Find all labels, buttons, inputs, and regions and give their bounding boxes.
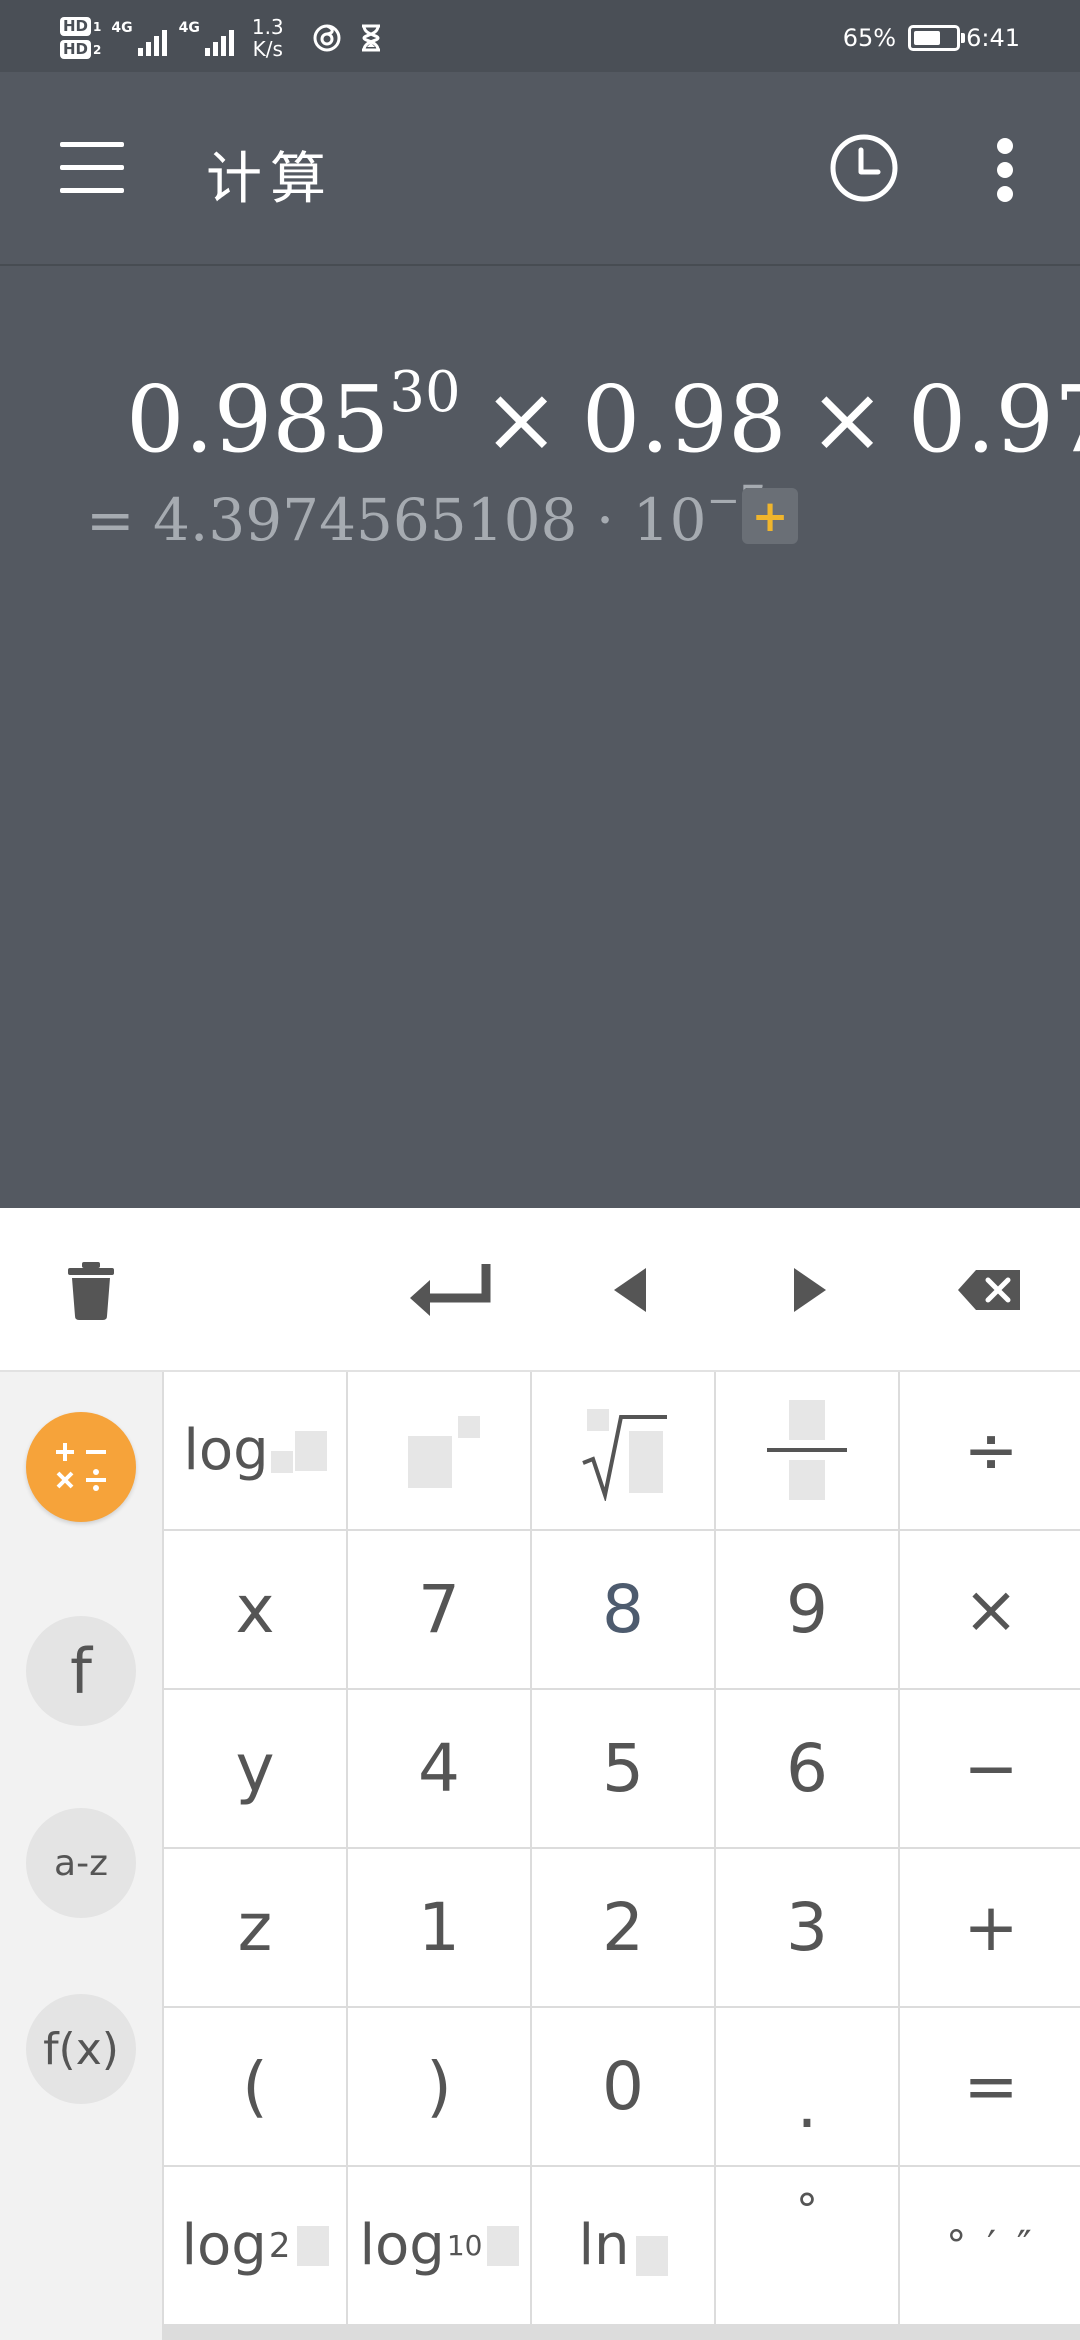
hd-1-index: 1: [93, 19, 102, 34]
function-mode-button[interactable]: f: [26, 1616, 136, 1726]
battery-icon: [908, 25, 966, 51]
signal-2-label: 4G: [178, 20, 200, 36]
log10-label: log: [359, 2213, 445, 2278]
expr-operator-1: ×: [482, 366, 560, 473]
expr-base-1: 0.985: [126, 366, 390, 473]
fx-mode-button[interactable]: f(x): [26, 1994, 136, 2104]
expression[interactable]: 0.98530×0.98×0.975: [126, 360, 1080, 473]
menu-button[interactable]: [60, 140, 128, 196]
key-equals[interactable]: =: [900, 2008, 1080, 2165]
key-power[interactable]: [348, 1372, 530, 1529]
keypad: log ÷ x 7 8 9 × y 4 5 6 − z 1 2 3 + () …: [162, 1372, 1080, 2340]
key-multiply[interactable]: ×: [900, 1531, 1080, 1688]
clock: 6:41: [966, 24, 1020, 52]
calculator-app: HD 1 HD 2 4G 4G 1.3 K/s 65% 6:41 计算 0.98…: [0, 0, 1080, 2340]
result: = 4.3974565108 · 10−7: [86, 478, 765, 554]
key-right-paren[interactable]: ): [348, 2008, 530, 2165]
key-decimal-point[interactable]: .: [716, 2008, 898, 2165]
hd-2-index: 2: [93, 42, 102, 57]
basic-ops-mode-button[interactable]: [26, 1412, 136, 1522]
key-9[interactable]: 9: [716, 1531, 898, 1688]
key-dms[interactable]: ° ′ ″: [900, 2167, 1080, 2324]
key-6[interactable]: 6: [716, 1690, 898, 1847]
signal-1-icon: 4G: [111, 20, 167, 56]
key-minus[interactable]: −: [900, 1690, 1080, 1847]
hd-1-indicator: HD 1: [60, 17, 101, 36]
nth-root-icon: [582, 1408, 667, 1501]
key-divide[interactable]: ÷: [900, 1372, 1080, 1529]
log2-label: log: [181, 2213, 267, 2278]
spiral-icon: [313, 24, 341, 52]
ln-label: ln: [578, 2213, 630, 2278]
key-degree[interactable]: °: [716, 2167, 898, 2324]
key-log10[interactable]: log 10: [348, 2167, 530, 2324]
expr-exponent-1: 30: [389, 360, 461, 425]
expr-operator-2: ×: [808, 366, 886, 473]
trash-icon[interactable]: [64, 1258, 118, 1322]
status-left: HD 1 HD 2 4G 4G 1.3 K/s: [60, 10, 386, 66]
key-z[interactable]: z: [164, 1849, 346, 2006]
key-fraction[interactable]: [716, 1372, 898, 1529]
log2-subscript: 2: [268, 2225, 291, 2266]
hd-1-label: HD: [60, 17, 92, 36]
hd-indicators: HD 1 HD 2: [60, 17, 101, 59]
toolbar: 计算: [0, 72, 1080, 266]
hourglass-icon: [361, 24, 380, 52]
key-1[interactable]: 1: [348, 1849, 530, 2006]
mode-column: f a-z f(x): [0, 1372, 162, 2340]
key-left-paren[interactable]: (: [164, 2008, 346, 2165]
key-3[interactable]: 3: [716, 1849, 898, 2006]
display-area: 0.98530×0.98×0.975 = 4.3974565108 · 10−7…: [0, 266, 1080, 1208]
key-4[interactable]: 4: [348, 1690, 530, 1847]
key-8[interactable]: 8: [532, 1531, 714, 1688]
cursor-left-icon[interactable]: [610, 1258, 650, 1322]
result-mantissa: = 4.3974565108 · 10: [86, 486, 707, 554]
signal-1-label: 4G: [111, 20, 133, 36]
key-x[interactable]: x: [164, 1531, 346, 1688]
key-7[interactable]: 7: [348, 1531, 530, 1688]
key-ln[interactable]: ln: [532, 2167, 714, 2324]
add-button[interactable]: +: [742, 488, 798, 544]
page-title: 计算: [206, 147, 334, 212]
hd-2-indicator: HD 2: [60, 40, 101, 59]
status-bar: HD 1 HD 2 4G 4G 1.3 K/s 65% 6:41: [0, 0, 1080, 72]
cursor-right-icon[interactable]: [790, 1258, 830, 1322]
action-row: [0, 1208, 1080, 1372]
backspace-icon[interactable]: [956, 1258, 1024, 1322]
hd-2-label: HD: [60, 40, 92, 59]
log-base-label: log: [183, 1418, 269, 1483]
network-speed: 1.3 K/s: [252, 16, 284, 60]
signal-2-icon: 4G: [179, 20, 234, 56]
key-2[interactable]: 2: [532, 1849, 714, 2006]
basic-ops-icon: [56, 1443, 106, 1491]
key-0[interactable]: 0: [532, 2008, 714, 2165]
key-log-base[interactable]: log: [164, 1372, 346, 1529]
speed-value: 1.3: [251, 15, 284, 39]
history-icon[interactable]: [828, 132, 900, 204]
key-5[interactable]: 5: [532, 1690, 714, 1847]
log10-subscript: 10: [446, 2229, 483, 2262]
key-log2[interactable]: log 2: [164, 2167, 346, 2324]
key-y[interactable]: y: [164, 1690, 346, 1847]
status-right: 65% 6:41: [843, 18, 1020, 58]
fraction-icon: [767, 1399, 847, 1500]
more-options-icon[interactable]: [990, 138, 1020, 202]
key-plus[interactable]: +: [900, 1849, 1080, 2006]
expr-term-2: 0.98: [581, 366, 787, 473]
power-template-icon: [408, 1415, 480, 1488]
key-nth-root[interactable]: [532, 1372, 714, 1529]
letters-mode-button[interactable]: a-z: [26, 1808, 136, 1918]
enter-icon[interactable]: [406, 1258, 496, 1322]
speed-unit: K/s: [252, 37, 283, 61]
battery-percent: 65%: [842, 24, 897, 52]
expr-term-3: 0.975: [907, 366, 1080, 473]
